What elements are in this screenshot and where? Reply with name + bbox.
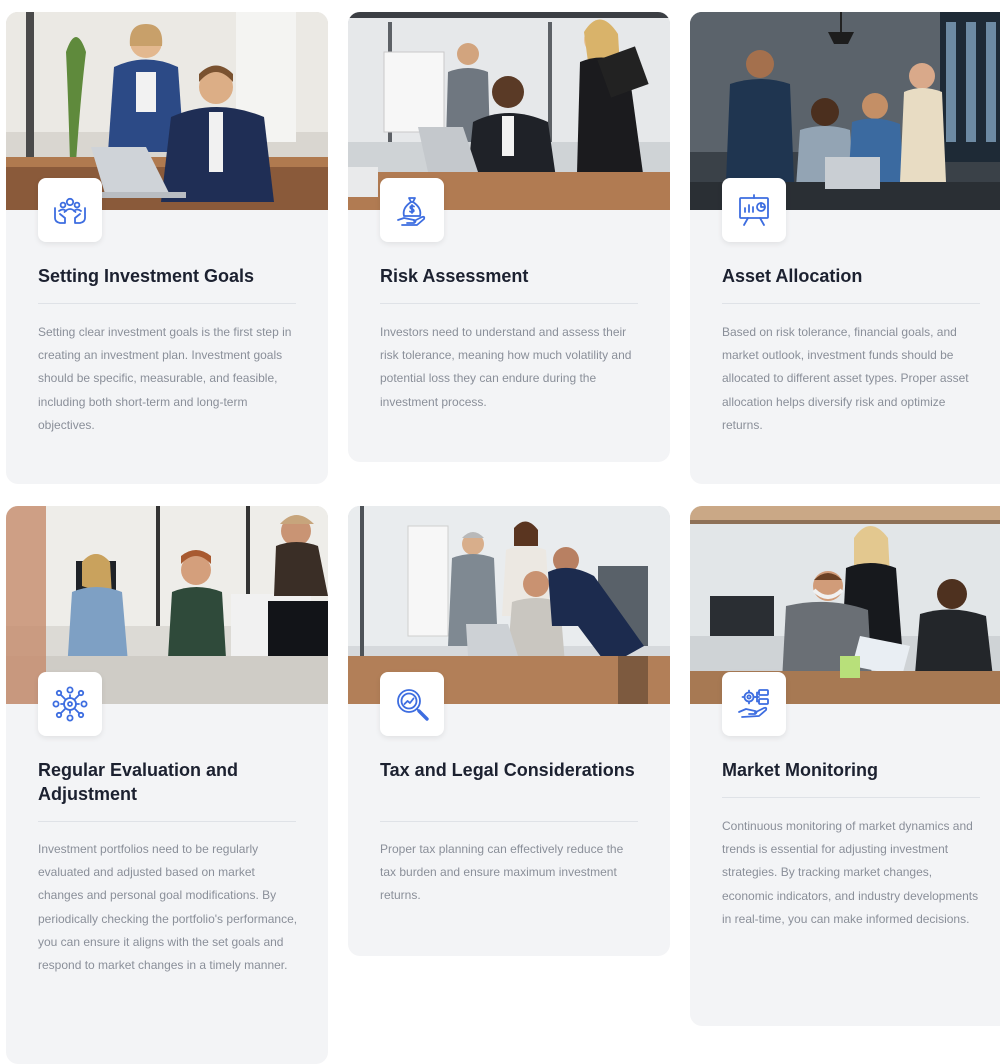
card-title: Setting Investment Goals: [38, 266, 255, 286]
divider: [380, 303, 638, 304]
service-card-market-monitoring: Market Monitoring Continuous monitoring …: [690, 506, 1000, 1026]
icon-container: [38, 672, 102, 736]
team-in-hands-icon: [54, 197, 86, 224]
service-card-regular-evaluation: Regular Evaluation and Adjustment Invest…: [6, 506, 328, 1064]
icon-container: [722, 178, 786, 242]
card-description: Based on risk tolerance, financial goals…: [722, 325, 969, 432]
service-card-risk-assessment: Risk Assessment Investors need to unders…: [348, 12, 670, 462]
divider: [722, 303, 980, 304]
icon-container: [38, 178, 102, 242]
card-title: Asset Allocation: [722, 266, 863, 286]
card-title: Tax and Legal Considerations: [380, 760, 635, 780]
magnifier-chart-icon: [397, 689, 429, 721]
divider: [722, 797, 980, 798]
card-description: Investment portfolios need to be regular…: [38, 842, 298, 973]
card-description: Setting clear investment goals is the fi…: [38, 325, 292, 432]
presentation-board-icon: [739, 194, 769, 226]
service-card-asset-allocation: Asset Allocation Based on risk tolerance…: [690, 12, 1000, 484]
icon-container: [380, 178, 444, 242]
service-card-tax-legal: Tax and Legal Considerations Proper tax …: [348, 506, 670, 956]
icon-container: [380, 672, 444, 736]
icon-container: [722, 672, 786, 736]
money-bag-in-hand-icon: [397, 197, 426, 226]
settings-hand-icon: [738, 689, 769, 718]
divider: [38, 821, 296, 822]
card-description: Continuous monitoring of market dynamics…: [722, 819, 979, 926]
card-title: Regular Evaluation and Adjustment: [38, 760, 239, 804]
network-gear-icon: [52, 686, 88, 722]
service-card-setting-investment-goals: Setting Investment Goals Setting clear i…: [6, 12, 328, 484]
card-description: Proper tax planning can effectively redu…: [380, 842, 624, 903]
divider: [380, 821, 638, 822]
card-title: Market Monitoring: [722, 760, 878, 780]
card-title: Risk Assessment: [380, 266, 529, 286]
card-description: Investors need to understand and assess …: [380, 325, 632, 409]
divider: [38, 303, 296, 304]
